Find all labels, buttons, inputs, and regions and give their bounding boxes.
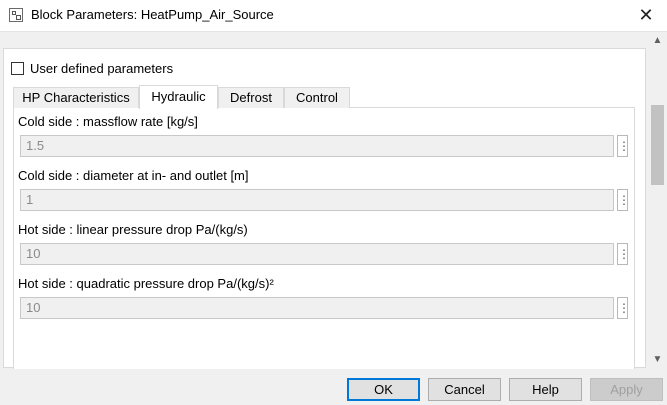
- user-defined-parameters-checkbox[interactable]: [11, 62, 24, 75]
- hot-side-quadratic-pressure-label: Hot side : quadratic pressure drop Pa/(k…: [18, 276, 274, 291]
- user-defined-parameters-option[interactable]: User defined parameters: [11, 61, 173, 76]
- cold-side-diameter-input[interactable]: 1: [20, 189, 614, 211]
- hot-side-quadratic-pressure-input[interactable]: 10: [20, 297, 614, 319]
- hot-side-linear-pressure-menu-icon[interactable]: ⋮: [617, 243, 630, 265]
- cold-side-massflow-input[interactable]: 1.5: [20, 135, 614, 157]
- scroll-down-icon[interactable]: ▼: [649, 351, 666, 368]
- hot-side-quadratic-pressure-menu-icon[interactable]: ⋮: [617, 297, 630, 319]
- close-icon[interactable]: ✕: [634, 3, 658, 27]
- cold-side-diameter-label: Cold side : diameter at in- and outlet […: [18, 168, 249, 183]
- tab-defrost[interactable]: Defrost: [218, 87, 284, 108]
- tab-control[interactable]: Control: [284, 87, 350, 108]
- block-parameters-icon: [9, 8, 23, 22]
- tab-hydraulic[interactable]: Hydraulic: [139, 85, 218, 109]
- help-button[interactable]: Help: [509, 378, 582, 401]
- title-bar: Block Parameters: HeatPump_Air_Source ✕: [0, 0, 667, 32]
- scroll-up-icon[interactable]: ▲: [649, 32, 666, 49]
- cancel-button[interactable]: Cancel: [428, 378, 501, 401]
- tab-hp-characteristics[interactable]: HP Characteristics: [13, 87, 139, 108]
- apply-button[interactable]: Apply: [590, 378, 663, 401]
- vertical-scrollbar[interactable]: ▲ ▼: [649, 32, 666, 368]
- cold-side-massflow-menu-icon[interactable]: ⋮: [617, 135, 630, 157]
- ok-button[interactable]: OK: [347, 378, 420, 401]
- window-title: Block Parameters: HeatPump_Air_Source: [31, 7, 274, 22]
- hot-side-linear-pressure-input[interactable]: 10: [20, 243, 614, 265]
- user-defined-parameters-label: User defined parameters: [30, 61, 174, 76]
- cold-side-massflow-label: Cold side : massflow rate [kg/s]: [18, 114, 198, 129]
- scroll-thumb[interactable]: [651, 105, 664, 185]
- cold-side-diameter-menu-icon[interactable]: ⋮: [617, 189, 630, 211]
- scrolled-content-strip: [0, 32, 648, 46]
- hot-side-linear-pressure-label: Hot side : linear pressure drop Pa/(kg/s…: [18, 222, 248, 237]
